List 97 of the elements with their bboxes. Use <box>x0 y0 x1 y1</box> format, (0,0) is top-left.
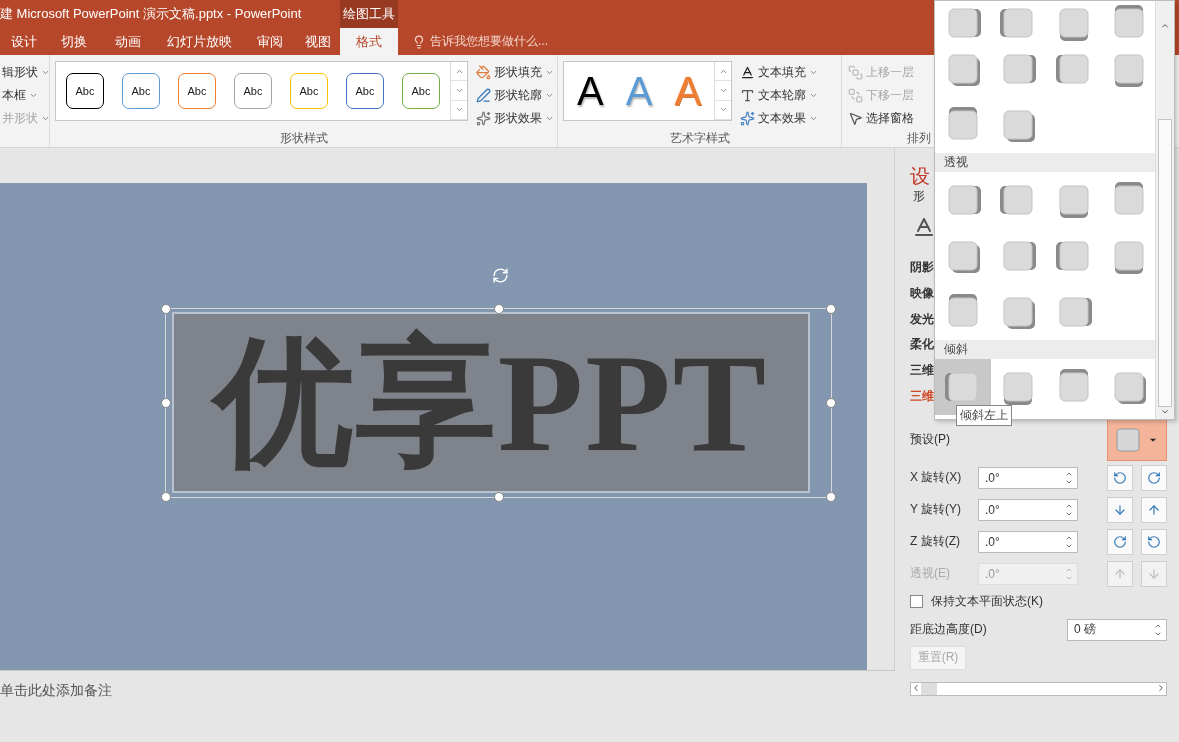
bring-forward-icon <box>848 64 863 80</box>
rotate-button[interactable] <box>1107 528 1133 555</box>
horizontal-scrollbar[interactable] <box>910 682 1167 696</box>
ribbon-command[interactable]: 辑形状 <box>0 61 52 83</box>
ribbon-tab[interactable]: 格式 <box>340 28 398 55</box>
bevel-block-icon <box>1055 238 1092 274</box>
gallery-section-header: 透视 <box>935 153 1155 172</box>
ribbon-command[interactable]: 形状填充 <box>474 61 556 83</box>
checkbox-label: 保持文本平面状态(K) <box>931 593 1043 611</box>
ribbon-tab[interactable]: 切换 <box>48 28 100 55</box>
text-effect-icon <box>740 110 756 126</box>
resize-handle[interactable] <box>161 398 171 408</box>
vertical-scrollbar[interactable] <box>1155 1 1174 419</box>
notes-placeholder[interactable]: 单击此处添加备注 <box>0 681 112 700</box>
resize-handle[interactable] <box>826 398 836 408</box>
text-fill-icon <box>740 64 756 80</box>
wordart-sample[interactable]: A <box>568 63 613 119</box>
rotate-button[interactable] <box>1107 464 1133 491</box>
window-title: 建 Microsoft PowerPoint 演示文稿.pptx - PowerPoint <box>0 5 303 23</box>
bevel-block-icon <box>1000 51 1037 87</box>
preset-swatch-icon <box>1116 427 1140 452</box>
rotate-right-icon <box>1147 470 1161 485</box>
resize-handle[interactable] <box>161 304 171 314</box>
ribbon-tab[interactable]: 幻灯片放映 <box>155 28 243 55</box>
rotate-button[interactable] <box>1107 496 1133 523</box>
rotate-handle-icon[interactable] <box>492 267 509 284</box>
send-backward-icon <box>848 87 863 103</box>
rotation-field[interactable]: .0° <box>978 466 1078 489</box>
depth-field[interactable]: 0 磅 <box>1067 618 1167 641</box>
ribbon-command[interactable]: 文本填充 <box>738 61 821 83</box>
ribbon-tab[interactable]: 设计 <box>0 28 48 55</box>
ribbon-tab[interactable]: 动画 <box>100 28 155 55</box>
ribbon-tab[interactable]: 审阅 <box>243 28 296 55</box>
rotation-field[interactable]: .0° <box>978 530 1078 553</box>
scroll-right-icon <box>1156 683 1166 693</box>
ribbon-command[interactable]: 选择窗格 <box>846 107 916 129</box>
rotate-button[interactable] <box>1141 464 1167 491</box>
text-options-icon[interactable] <box>912 215 936 239</box>
rotate-right-icon <box>1113 534 1127 549</box>
rotation-label: Y 旋转(Y) <box>910 501 963 519</box>
arrow-down-icon <box>1147 566 1161 581</box>
scroll-thumb[interactable] <box>921 683 937 695</box>
context-tab-label: 绘图工具 <box>340 0 398 28</box>
rotate-left-icon <box>1113 470 1127 485</box>
paint-bucket-icon <box>476 64 491 80</box>
ribbon-tab[interactable]: 视图 <box>296 28 340 55</box>
arrow-down-icon <box>1113 502 1127 517</box>
bevel-block-icon <box>1000 107 1037 143</box>
resize-handle[interactable] <box>826 304 836 314</box>
ribbon-command[interactable]: 本框 <box>0 84 40 106</box>
shape-style-swatch[interactable]: Abc <box>234 73 272 109</box>
scroll-up-icon <box>1160 21 1170 31</box>
arrow-up-icon <box>1113 566 1127 581</box>
shape-style-swatch[interactable]: Abc <box>346 73 384 109</box>
scroll-left-icon <box>911 683 921 693</box>
ribbon-command[interactable]: 形状轮廓 <box>474 84 556 106</box>
bevel-block-icon <box>1055 51 1092 87</box>
rotation-field[interactable]: .0° <box>978 498 1078 521</box>
resize-handle[interactable] <box>826 492 836 502</box>
shape-style-swatch[interactable]: Abc <box>402 73 440 109</box>
ribbon-command[interactable]: 形状效果 <box>474 107 556 129</box>
rotate-button[interactable] <box>1141 496 1167 523</box>
pane-title: 设 <box>910 164 931 188</box>
rotation-label: X 旋转(X) <box>910 469 963 487</box>
shape-style-swatch[interactable]: Abc <box>290 73 328 109</box>
text-outline-icon <box>740 87 756 103</box>
rotation-label: 透视(E) <box>910 565 951 583</box>
rotation-label: Z 旋转(Z) <box>910 533 961 551</box>
scroll-thumb[interactable] <box>1158 118 1172 408</box>
ribbon-command[interactable]: 文本轮廓 <box>738 84 821 106</box>
gallery-section-header: 倾斜 <box>935 340 1155 359</box>
tooltip: 倾斜左上 <box>956 405 1012 426</box>
depth-label: 距底边高度(D) <box>910 621 988 639</box>
group-label: 艺术字样式 <box>669 130 730 147</box>
resize-handle[interactable] <box>493 304 504 314</box>
checkbox[interactable] <box>910 595 923 609</box>
rotate-left-icon <box>1147 534 1161 549</box>
shape-style-swatch[interactable]: Abc <box>122 73 160 109</box>
pen-icon <box>476 87 491 103</box>
shape-style-swatch[interactable]: Abc <box>66 73 104 109</box>
preset-dropdown[interactable] <box>1107 418 1167 461</box>
pointer-icon <box>848 110 863 126</box>
preset-label: 预设(P) <box>910 431 951 449</box>
rotate-button[interactable] <box>1141 528 1167 555</box>
shape-effect-icon <box>476 110 491 126</box>
group-label: 排列 <box>907 130 931 147</box>
bevel-block-icon <box>1000 294 1037 330</box>
tell-me-field[interactable]: 告诉我您想要做什么... <box>430 33 548 50</box>
resize-handle[interactable] <box>161 492 171 502</box>
bevel-block-icon <box>1111 369 1148 405</box>
resize-handle[interactable] <box>493 492 504 502</box>
ribbon-command[interactable]: 文本效果 <box>738 107 821 129</box>
lightbulb-icon <box>412 34 426 49</box>
arrow-up-icon <box>1147 502 1161 517</box>
shape-style-swatch[interactable]: Abc <box>178 73 216 109</box>
bevel-block-icon <box>1000 238 1037 274</box>
group-label: 形状样式 <box>279 130 328 147</box>
